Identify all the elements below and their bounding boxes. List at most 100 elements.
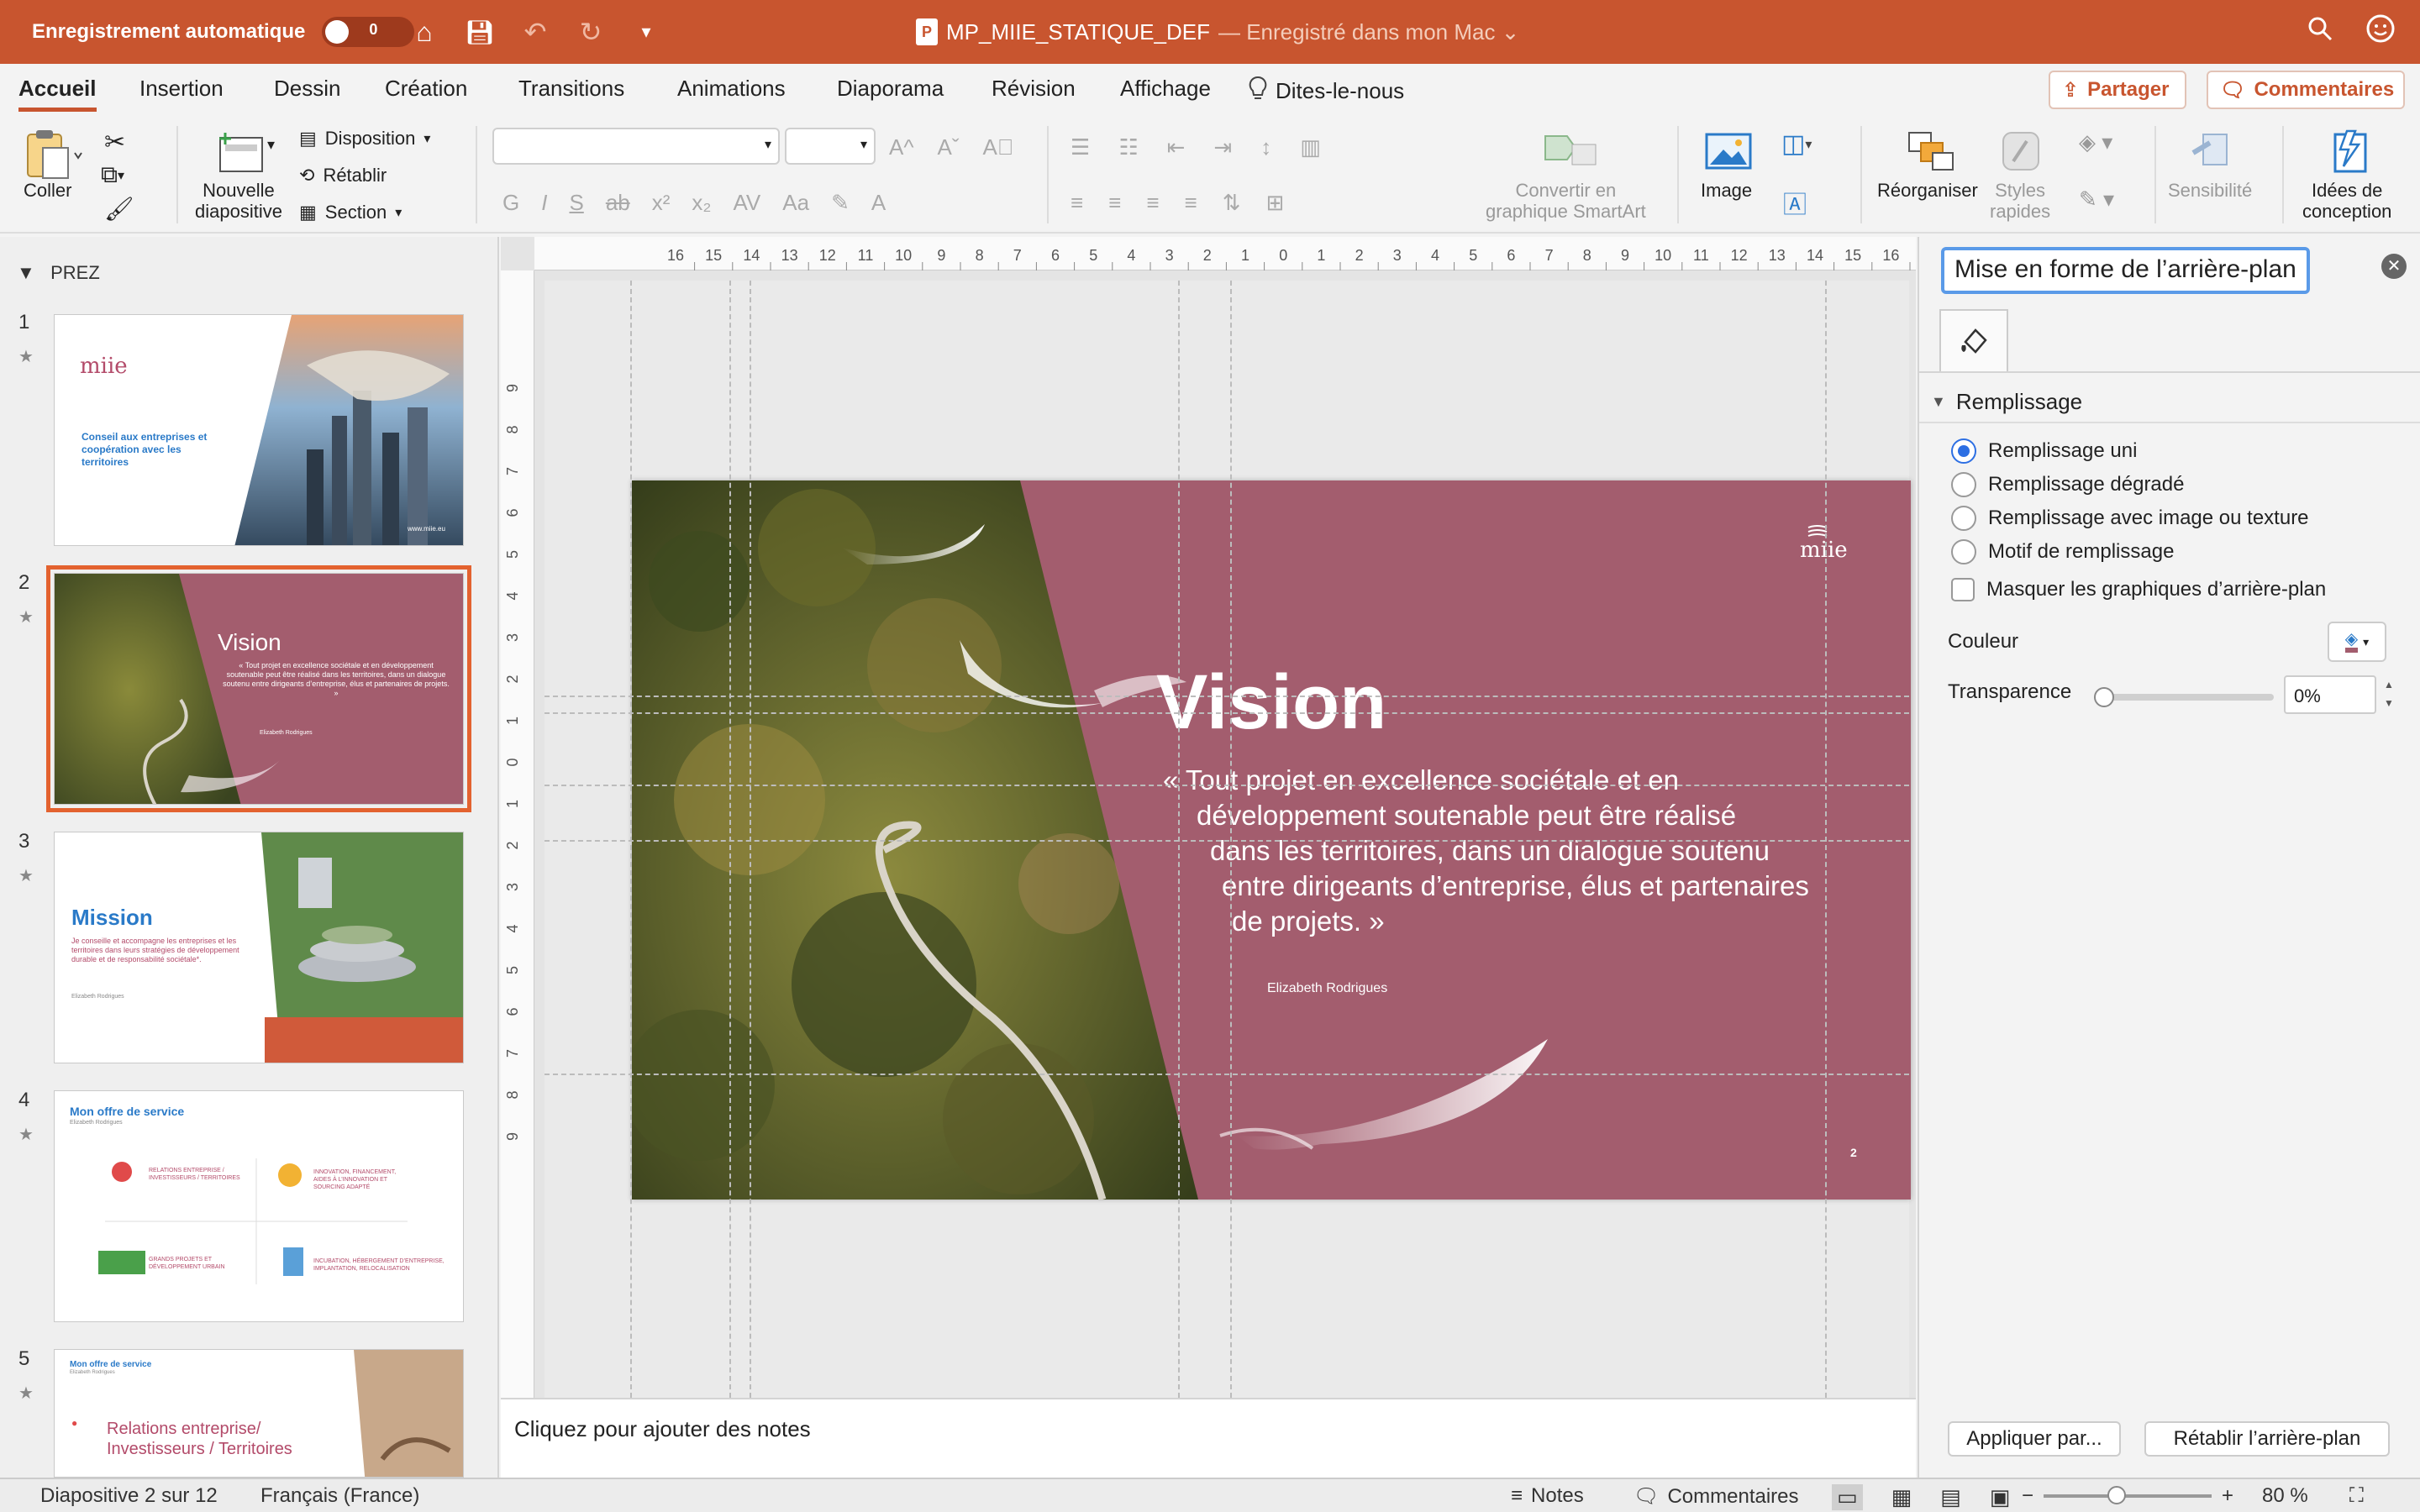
cut-icon[interactable]: ✂ (104, 128, 125, 157)
guide-line[interactable] (1825, 281, 1827, 1398)
layout-button[interactable]: ▤ Disposition ▾ (299, 128, 430, 150)
tab-animations[interactable]: Animations (677, 76, 786, 102)
fit-to-window-icon[interactable]: ⛶ (2349, 1484, 2364, 1508)
tab-insertion[interactable]: Insertion (139, 76, 224, 102)
home-icon[interactable]: ⌂ (408, 17, 441, 48)
reading-view-icon[interactable]: ▤ (1940, 1484, 1961, 1510)
save-icon[interactable]: 💾︎ (463, 18, 497, 46)
align-center-icon[interactable]: ≡ (1108, 190, 1121, 216)
numbering-icon[interactable]: ☷ (1118, 134, 1138, 160)
save-status[interactable]: — Enregistré dans mon Mac ⌄ (1218, 19, 1519, 45)
guide-line[interactable] (1178, 281, 1180, 1398)
image-button[interactable]: Image (1701, 128, 1752, 201)
guide-line[interactable] (544, 712, 1909, 714)
slide-author[interactable]: Elizabeth Rodrigues (1267, 981, 1387, 996)
shape-fill-icon[interactable]: ◈ ▾ (2079, 129, 2112, 155)
guide-line[interactable] (544, 840, 1909, 842)
apply-to-all-button[interactable]: Appliquer par... (1948, 1421, 2121, 1457)
fill-tab[interactable] (1939, 309, 2008, 373)
bold-button[interactable]: G (502, 190, 519, 216)
horizontal-ruler[interactable]: 16 15 14 13 12 11 10 9 8 7 6 5 4 3 2 1 0 1 2 3 4 5 6 7 8 9 10 11 12 1… (534, 237, 1916, 270)
decrease-indent-icon[interactable]: ⇤ (1167, 134, 1186, 160)
notes-placeholder[interactable]: Cliquez pour ajouter des notes (514, 1416, 811, 1442)
character-spacing-button[interactable]: AV (734, 190, 761, 216)
slide-thumbnails-panel[interactable]: ▼ PREZ 1 ★ miie Conseil aux entreprises … (0, 237, 499, 1478)
undo-icon[interactable]: ↶ (518, 16, 552, 48)
slideshow-icon[interactable]: ▣ (1990, 1484, 2011, 1510)
user-smiley-icon[interactable] (2366, 14, 2395, 50)
shape-outline-icon[interactable]: ✎ ▾ (2079, 186, 2114, 213)
columns-icon[interactable]: ▥ (1300, 134, 1321, 160)
thumbnail-slide-3[interactable]: Mission Je conseille et accompagne les e… (54, 832, 464, 1063)
guide-line[interactable] (544, 785, 1909, 786)
radio-gradient-fill[interactable]: Remplissage dégradé (1951, 472, 2184, 497)
shrink-font-icon[interactable]: Aˇ (938, 134, 960, 160)
zoom-slider[interactable] (2044, 1486, 2212, 1504)
tab-accueil[interactable]: Accueil (18, 76, 97, 112)
comments-button[interactable]: 🗨︎ Commentaires (2207, 71, 2405, 109)
transparency-slider[interactable] (2094, 687, 2274, 707)
text-direction-icon[interactable]: ⇅ (1223, 190, 1241, 216)
align-right-icon[interactable]: ≡ (1146, 190, 1159, 216)
radio-pattern-fill[interactable]: Motif de remplissage (1951, 539, 2174, 564)
hide-background-graphics-checkbox[interactable]: Masquer les graphiques d’arrière-plan (1951, 578, 2326, 601)
grow-font-icon[interactable]: A^ (889, 134, 914, 160)
change-case-button[interactable]: Aa (782, 190, 809, 216)
guide-line[interactable] (544, 1074, 1909, 1075)
comments-toggle[interactable]: 🗨︎ Commentaires (1634, 1484, 1799, 1509)
textbox-icon[interactable]: 🄰 (1783, 186, 1807, 220)
subscript-button[interactable]: x₂ (692, 190, 711, 216)
notes-pane[interactable]: Cliquez pour ajouter des notes (501, 1398, 1916, 1478)
quick-styles-button[interactable]: Styles rapides (1990, 128, 2050, 222)
superscript-button[interactable]: x² (652, 190, 671, 216)
arrange-button[interactable]: Réorganiser (1877, 128, 1978, 201)
tab-dessin[interactable]: Dessin (274, 76, 340, 102)
slide-title[interactable]: Vision (1156, 659, 1386, 747)
bullets-icon[interactable]: ☰ (1071, 134, 1090, 160)
radio-picture-fill[interactable]: Remplissage avec image ou texture (1951, 506, 2309, 531)
section-header[interactable]: ▼ PREZ (17, 262, 100, 284)
thumbnail-slide-1[interactable]: miie Conseil aux entreprises et coopérat… (54, 314, 464, 546)
reset-background-button[interactable]: Rétablir l’arrière-plan (2144, 1421, 2390, 1457)
search-icon[interactable] (2307, 16, 2333, 48)
thumbnail-slide-5[interactable]: Mon offre de service Elizabeth Rodrigues… (54, 1349, 464, 1478)
strikethrough-button[interactable]: ab (606, 190, 630, 216)
zoom-level[interactable]: 80 % (2262, 1484, 2308, 1508)
slide-quote[interactable]: « Tout projet en excellence sociétale et… (1163, 763, 1809, 939)
font-size-select[interactable]: ▾ (785, 128, 876, 165)
thumbnail-slide-4[interactable]: Mon offre de service Elizabeth Rodrigues… (54, 1090, 464, 1322)
normal-view-icon[interactable]: ▭ (1832, 1484, 1863, 1510)
share-button[interactable]: ⇪ Partager (2049, 71, 2186, 109)
sensitivity-button[interactable]: Sensibilité (2168, 128, 2252, 201)
guide-line[interactable] (729, 281, 731, 1398)
reset-button[interactable]: ⟲ Rétablir (299, 165, 387, 186)
transparency-input[interactable]: 0% (2284, 675, 2376, 714)
font-name-select[interactable]: ▾ (492, 128, 780, 165)
section-button[interactable]: ▦ Section ▾ (299, 202, 402, 223)
guide-line[interactable] (1230, 281, 1232, 1398)
guide-line[interactable] (750, 281, 751, 1398)
vertical-ruler[interactable]: 9 8 7 6 5 4 3 2 1 0 1 2 3 4 5 6 7 8 9 (501, 270, 534, 1398)
slide-sorter-icon[interactable]: ▦ (1891, 1484, 1912, 1510)
paste-button[interactable]: Coller (24, 128, 82, 201)
zoom-in-icon[interactable]: + (2222, 1484, 2233, 1508)
redo-icon[interactable]: ↻ (574, 16, 608, 48)
tell-me[interactable]: Dites-le-nous (1249, 76, 1404, 107)
copy-icon[interactable]: ⧉ ▾ (101, 161, 124, 189)
increase-indent-icon[interactable]: ⇥ (1213, 134, 1232, 160)
tab-diaporama[interactable]: Diaporama (837, 76, 944, 102)
language-indicator[interactable]: Français (France) (260, 1484, 419, 1508)
guide-line[interactable] (630, 281, 632, 1398)
align-text-icon[interactable]: ⊞ (1265, 190, 1284, 216)
justify-icon[interactable]: ≡ (1185, 190, 1197, 216)
notes-toggle[interactable]: ≡ Notes (1511, 1484, 1584, 1508)
autosave-toggle[interactable]: 0 (322, 17, 415, 47)
convert-smartart-button[interactable]: Convertir en graphique SmartArt (1486, 128, 1646, 222)
customize-toolbar-icon[interactable]: ▾ (629, 21, 663, 43)
tab-transitions[interactable]: Transitions (518, 76, 624, 102)
line-spacing-icon[interactable]: ↕ (1260, 134, 1271, 160)
tab-creation[interactable]: Création (385, 76, 467, 102)
color-picker-button[interactable]: ◈ ▾ (2328, 622, 2386, 662)
highlight-icon[interactable]: ✎ (831, 190, 850, 216)
new-slide-dropdown-icon[interactable]: ▾ (267, 136, 275, 154)
